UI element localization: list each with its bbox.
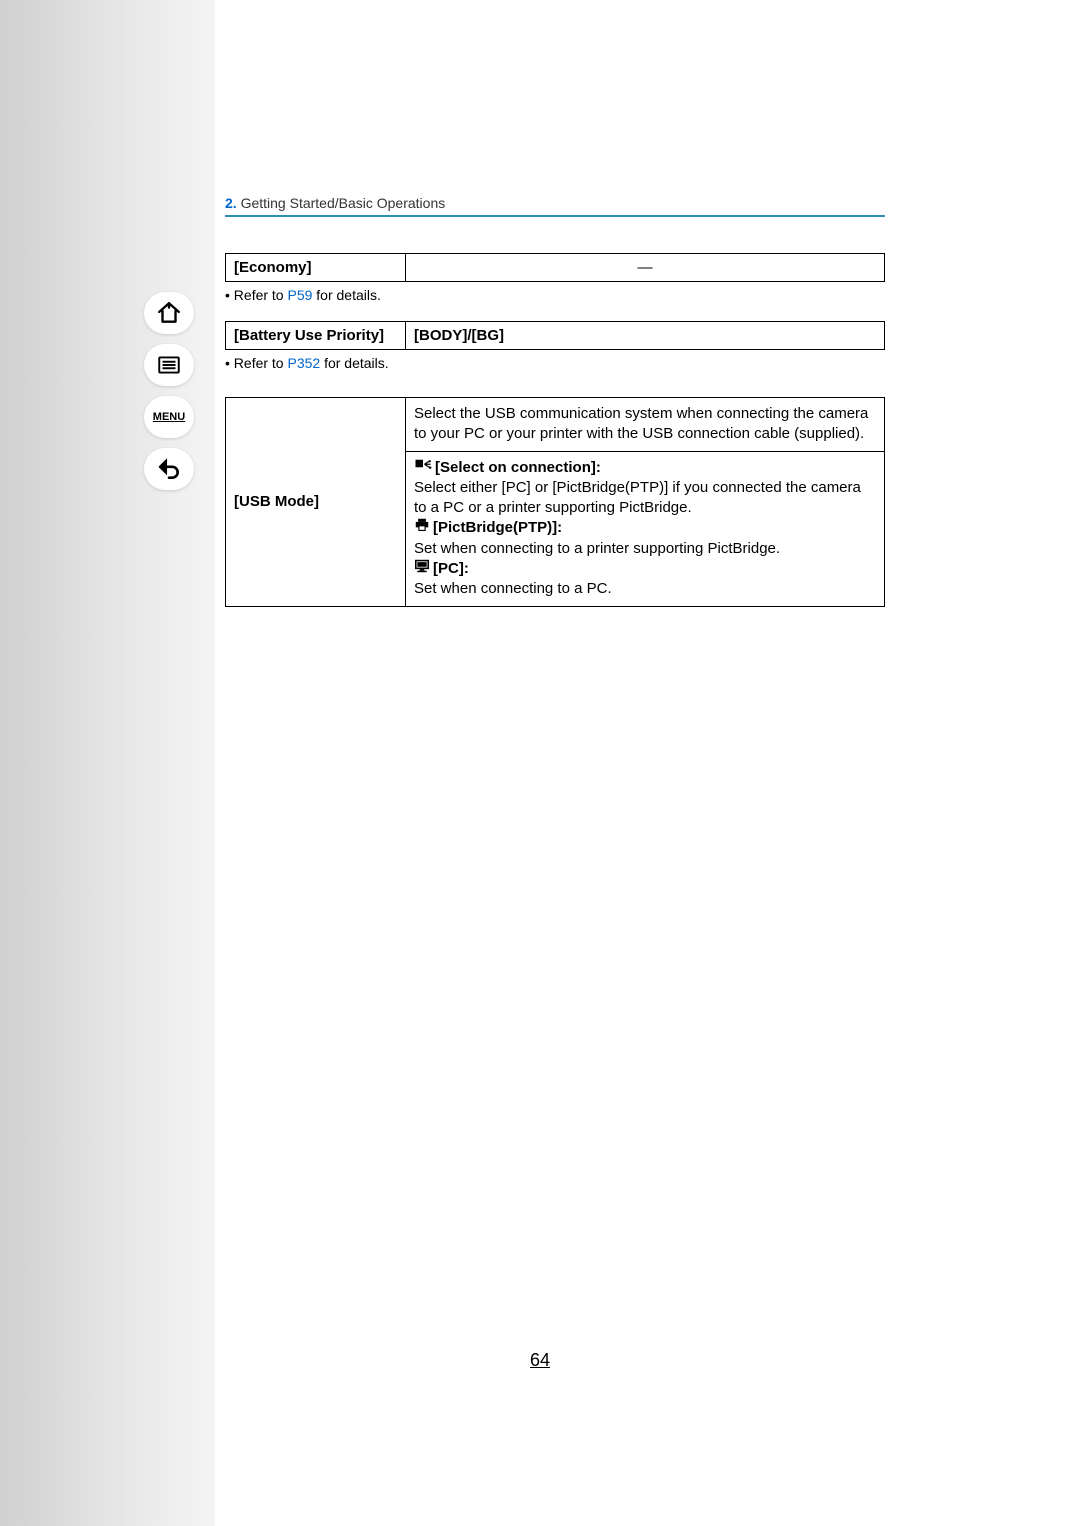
select-connection-icon [414,458,432,478]
usb-table: [USB Mode] Select the USB communication … [225,397,885,607]
home-button[interactable] [144,292,194,334]
usb-label: [USB Mode] [226,398,406,607]
usb-options: [Select on connection]: Select either [P… [406,451,885,606]
contents-button[interactable] [144,344,194,386]
page-number[interactable]: 64 [0,1350,1080,1371]
menu-button[interactable]: MENU [144,396,194,438]
page-content: 2. Getting Started/Basic Operations [Eco… [225,195,885,607]
economy-refer: • Refer to P59 for details. [225,287,885,303]
table-row: [Economy] — [226,254,885,282]
printer-icon [414,518,430,538]
list-icon [156,352,182,378]
sidebar-nav: MENU [144,292,194,490]
battery-value: [BODY]/[BG] [406,322,885,350]
battery-refer: • Refer to P352 for details. [225,355,885,371]
opt3-label: [PC]: [433,560,469,577]
opt2-text: Set when connecting to a printer support… [414,540,780,557]
section-number: 2. [225,195,237,211]
usb-description: Select the USB communication system when… [406,398,885,452]
economy-table: [Economy] — [225,253,885,282]
battery-label: [Battery Use Priority] [226,322,406,350]
table-row: [Battery Use Priority] [BODY]/[BG] [226,322,885,350]
back-button[interactable] [144,448,194,490]
back-icon [156,456,182,482]
link-p59[interactable]: P59 [287,287,312,303]
section-header: 2. Getting Started/Basic Operations [225,195,885,217]
battery-table: [Battery Use Priority] [BODY]/[BG] [225,321,885,350]
pc-icon [414,559,430,579]
opt2-label: [PictBridge(PTP)]: [433,519,562,536]
economy-value: — [406,254,885,282]
opt1-text: Select either [PC] or [PictBridge(PTP)] … [414,479,861,516]
home-icon [156,300,182,326]
opt3-text: Set when connecting to a PC. [414,580,612,597]
section-title: Getting Started/Basic Operations [241,195,446,211]
economy-label: [Economy] [226,254,406,282]
sidebar: MENU [0,0,215,1526]
table-row: [USB Mode] Select the USB communication … [226,398,885,452]
menu-label: MENU [153,411,185,423]
opt1-label: [Select on connection]: [435,459,601,476]
link-p352[interactable]: P352 [287,355,320,371]
